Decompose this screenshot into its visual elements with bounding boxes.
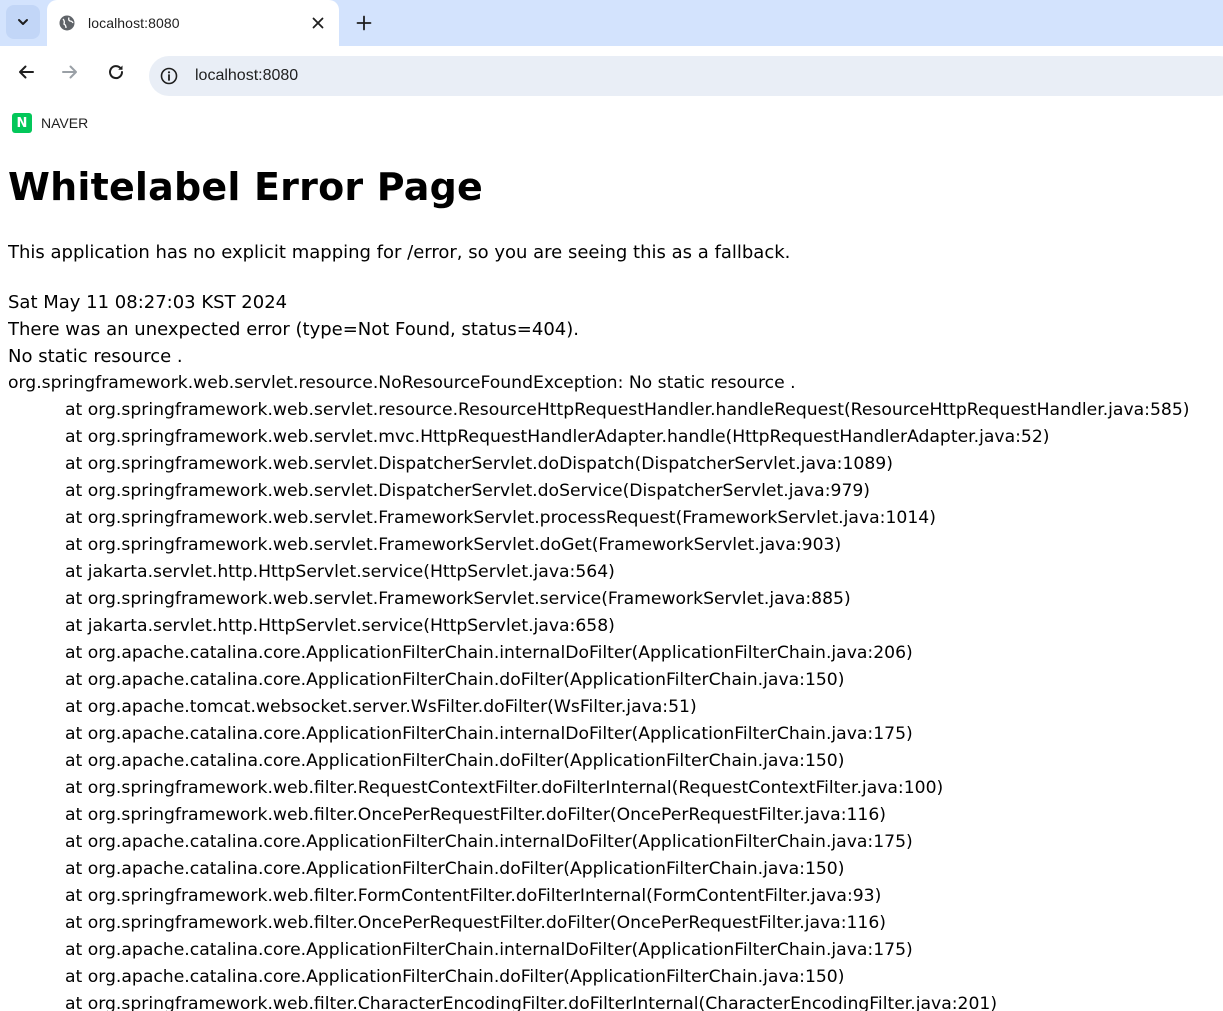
tab-search-button[interactable] xyxy=(6,5,40,39)
browser-toolbar: localhost:8080 xyxy=(0,46,1223,102)
error-details: Sat May 11 08:27:03 KST 2024 There was a… xyxy=(8,289,1223,1011)
stack-trace-line: at org.apache.catalina.core.ApplicationF… xyxy=(65,940,913,960)
back-button[interactable] xyxy=(14,60,38,84)
stack-trace-line: at org.apache.catalina.core.ApplicationF… xyxy=(65,832,913,852)
close-icon xyxy=(312,17,324,29)
stack-trace-line: at org.apache.catalina.core.ApplicationF… xyxy=(65,751,845,771)
stack-trace-line: at jakarta.servlet.http.HttpServlet.serv… xyxy=(65,562,615,582)
page-content: Whitelabel Error Page This application h… xyxy=(8,142,1223,1011)
tab-title: localhost:8080 xyxy=(88,15,180,31)
new-tab-button[interactable] xyxy=(352,11,376,35)
stack-trace-line: at org.apache.catalina.core.ApplicationF… xyxy=(65,859,845,879)
stack-trace-line: at org.springframework.web.filter.Charac… xyxy=(65,994,998,1011)
arrow-left-icon xyxy=(19,65,34,79)
stack-trace-line: at org.springframework.web.servlet.Frame… xyxy=(65,535,842,555)
stack-trace-line: at org.springframework.web.servlet.Dispa… xyxy=(65,481,871,501)
reload-button[interactable] xyxy=(104,60,128,84)
stack-trace-line: at org.springframework.web.filter.OncePe… xyxy=(65,913,887,933)
stack-trace-line: at org.apache.tomcat.websocket.server.Ws… xyxy=(65,697,697,717)
stack-trace-line: at org.springframework.web.filter.OncePe… xyxy=(65,805,887,825)
forward-button[interactable] xyxy=(58,60,82,84)
stack-trace-line: at org.apache.catalina.core.ApplicationF… xyxy=(65,643,913,663)
stack-trace-line: at org.apache.catalina.core.ApplicationF… xyxy=(65,670,845,690)
stack-trace-line: at org.springframework.web.servlet.Frame… xyxy=(65,589,851,609)
info-icon xyxy=(160,67,178,85)
url-text: localhost:8080 xyxy=(195,67,299,84)
bookmark-label: NAVER xyxy=(41,115,89,131)
stack-trace-line: at org.springframework.web.filter.FormCo… xyxy=(65,886,882,906)
stack-trace: at org.springframework.web.servlet.resou… xyxy=(8,397,1223,1011)
bookmarks-bar: N NAVER xyxy=(0,102,1223,142)
stack-trace-line: at jakarta.servlet.http.HttpServlet.serv… xyxy=(65,616,615,636)
stack-trace-line: at org.apache.catalina.core.ApplicationF… xyxy=(65,967,845,987)
stack-trace-line: at org.springframework.web.servlet.resou… xyxy=(65,400,1190,420)
error-summary: There was an unexpected error (type=Not … xyxy=(8,319,579,340)
arrow-right-icon xyxy=(62,65,77,79)
stack-trace-line: at org.springframework.web.servlet.Dispa… xyxy=(65,454,893,474)
globe-icon xyxy=(59,15,75,31)
address-bar[interactable]: localhost:8080 xyxy=(149,56,1223,96)
page-title: Whitelabel Error Page xyxy=(8,165,483,209)
naver-logo-icon: N xyxy=(12,113,32,133)
chevron-down-icon xyxy=(18,19,28,25)
tab-active[interactable]: localhost:8080 xyxy=(47,0,339,46)
exception-line: org.springframework.web.servlet.resource… xyxy=(8,373,796,393)
bookmark-naver[interactable]: N NAVER xyxy=(12,112,88,134)
error-timestamp: Sat May 11 08:27:03 KST 2024 xyxy=(8,292,288,313)
tab-close-button[interactable] xyxy=(309,14,327,32)
plus-icon xyxy=(356,15,372,31)
site-info-button[interactable] xyxy=(155,62,183,90)
stack-trace-line: at org.springframework.web.servlet.Frame… xyxy=(65,508,936,528)
reload-icon xyxy=(109,65,124,80)
stack-trace-line: at org.springframework.web.filter.Reques… xyxy=(65,778,944,798)
error-message: No static resource . xyxy=(8,346,183,367)
fallback-message: This application has no explicit mapping… xyxy=(8,242,791,263)
tab-strip: localhost:8080 xyxy=(0,0,1223,46)
stack-trace-line: at org.apache.catalina.core.ApplicationF… xyxy=(65,724,913,744)
stack-trace-line: at org.springframework.web.servlet.mvc.H… xyxy=(65,427,1050,447)
